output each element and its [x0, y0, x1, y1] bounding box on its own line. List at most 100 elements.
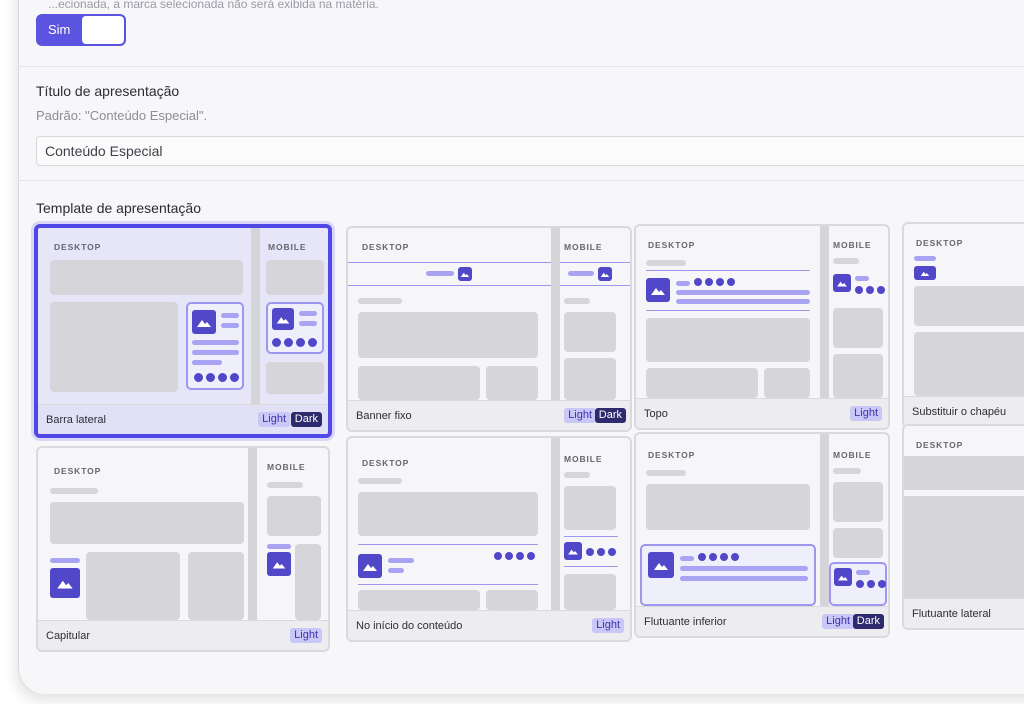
dark-badge[interactable]: Dark	[594, 408, 626, 423]
toggle-knob	[82, 16, 124, 44]
placeholder-block	[358, 366, 480, 400]
mobile-preview: MOBILE	[829, 434, 888, 606]
text-line	[299, 321, 317, 326]
placeholder-block	[358, 492, 538, 536]
preview-separator	[248, 448, 257, 620]
dot	[284, 338, 293, 347]
template-card-no-inicio-do-conteudo[interactable]: DESKTOP MOBILE No início do conteúdo Lig…	[346, 436, 632, 642]
light-badge[interactable]: Light	[850, 406, 882, 421]
mobile-caption: MOBILE	[833, 450, 872, 460]
divider-line	[646, 270, 810, 271]
card-footer: Banner fixo Light Dark	[348, 400, 630, 430]
placeholder-block	[86, 552, 180, 620]
dark-badge[interactable]: Dark	[290, 412, 322, 427]
template-card-flutuante-lateral[interactable]: DESKTOP Flutuante lateral	[902, 424, 1024, 630]
dot	[527, 552, 535, 560]
light-badge[interactable]: Light	[822, 614, 854, 629]
dot	[296, 338, 305, 347]
placeholder-block	[914, 332, 1024, 396]
placeholder-block	[50, 502, 244, 544]
text-line	[192, 340, 239, 345]
desktop-preview: DESKTOP	[348, 438, 551, 610]
image-icon	[598, 267, 612, 281]
text-line	[221, 313, 239, 318]
desktop-preview: DESKTOP	[38, 228, 251, 406]
template-card-banner-fixo[interactable]: DESKTOP MOBILE Banner fixo Light Dark	[346, 226, 632, 432]
dot	[855, 286, 863, 294]
dot	[597, 548, 605, 556]
section-divider	[18, 180, 1024, 181]
text-line	[192, 360, 222, 365]
mobile-caption: MOBILE	[268, 242, 307, 252]
dot	[694, 278, 702, 286]
template-card-topo[interactable]: DESKTOP MOBILE Topo Light	[634, 224, 890, 430]
image-icon	[914, 266, 936, 280]
divider-line	[564, 536, 618, 537]
placeholder-block	[646, 484, 810, 530]
placeholder-block	[564, 486, 616, 530]
template-name: Barra lateral	[46, 414, 106, 426]
placeholder-block	[486, 590, 538, 610]
light-badge[interactable]: Light	[258, 412, 290, 427]
placeholder-block	[914, 286, 1024, 326]
template-name: Capitular	[46, 630, 91, 642]
template-card-substituir-o-chapeu[interactable]: DESKTOP Substituir o chapéu	[902, 222, 1024, 428]
mobile-caption: MOBILE	[267, 462, 306, 472]
template-card-flutuante-inferior[interactable]: DESKTOP MOBILE Flutuante inferior Light …	[634, 432, 890, 638]
dot	[878, 580, 886, 588]
mobile-preview: MOBILE	[560, 228, 630, 400]
text-line	[388, 568, 404, 573]
card-footer: Flutuante lateral	[904, 598, 1024, 628]
dot	[308, 338, 317, 347]
placeholder-block	[904, 456, 1024, 490]
image-icon	[192, 310, 216, 334]
light-badge[interactable]: Light	[564, 408, 596, 423]
show-brand-toggle[interactable]: Sim	[36, 14, 126, 46]
dot	[194, 373, 203, 382]
desktop-caption: DESKTOP	[54, 466, 102, 476]
desktop-preview: DESKTOP	[904, 224, 1024, 396]
text-line	[267, 544, 291, 549]
preview-separator	[820, 226, 829, 398]
text-line	[856, 570, 870, 575]
placeholder-block	[358, 312, 538, 358]
placeholder-block	[486, 366, 538, 400]
desktop-caption: DESKTOP	[648, 450, 696, 460]
card-footer: Capitular Light	[38, 620, 328, 650]
placeholder-block	[833, 354, 883, 398]
card-footer: Topo Light	[636, 398, 888, 428]
dot	[272, 338, 281, 347]
preview-separator	[251, 228, 260, 406]
light-badge[interactable]: Light	[592, 618, 624, 633]
image-icon	[564, 542, 582, 560]
text-line	[914, 256, 936, 261]
light-badge[interactable]: Light	[290, 628, 322, 643]
text-line	[855, 276, 869, 281]
preview-separator	[820, 434, 829, 606]
template-name: Flutuante lateral	[912, 608, 991, 620]
template-name: Banner fixo	[356, 410, 412, 422]
image-icon	[272, 308, 294, 330]
dot	[866, 286, 874, 294]
template-card-barra-lateral[interactable]: DESKTOP MOBILE Barra lateral Light Dark	[34, 224, 332, 438]
placeholder-block	[267, 496, 321, 536]
placeholder-block	[188, 552, 244, 620]
desktop-caption: DESKTOP	[362, 242, 410, 252]
placeholder-block	[50, 302, 178, 392]
placeholder-block	[295, 544, 321, 620]
text-line	[564, 472, 590, 478]
template-card-capitular[interactable]: DESKTOP MOBILE Capitular Light	[36, 446, 330, 652]
text-line	[676, 281, 690, 286]
title-input[interactable]	[36, 136, 1024, 166]
image-icon	[50, 568, 80, 598]
dot	[720, 553, 728, 561]
dark-badge[interactable]: Dark	[852, 614, 884, 629]
desktop-preview: DESKTOP	[348, 228, 551, 400]
dot	[877, 286, 885, 294]
text-line	[388, 558, 414, 563]
text-line	[221, 323, 239, 328]
mobile-caption: MOBILE	[564, 454, 603, 464]
dot	[709, 553, 717, 561]
template-section-label: Template de apresentação	[36, 200, 201, 216]
dot	[206, 373, 215, 382]
